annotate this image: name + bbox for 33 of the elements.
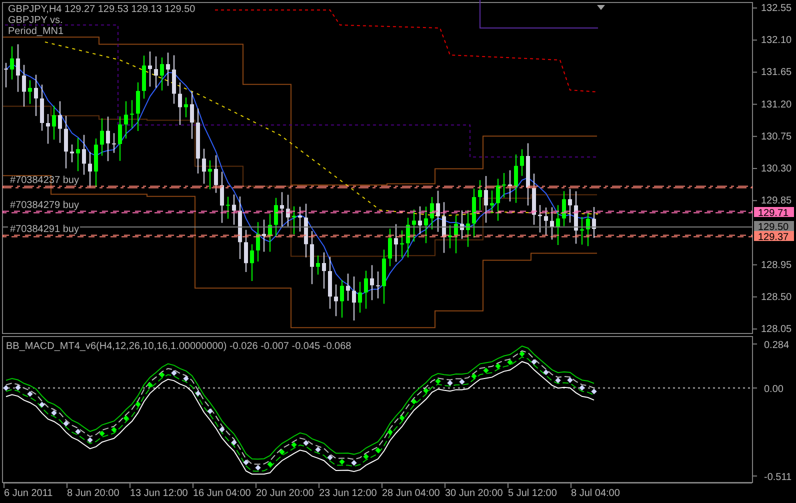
price-axis-label: 130.30 xyxy=(761,164,792,174)
price-badge: 129.71 xyxy=(754,207,794,219)
price-axis-label: 132.55 xyxy=(761,3,792,14)
price-badge: 129.37 xyxy=(754,231,794,243)
time-axis-label: 23 Jun 12:00 xyxy=(319,488,377,499)
indicator-axis-label: -0.511 xyxy=(764,472,792,483)
chart-shift-icon[interactable] xyxy=(597,5,605,10)
price-axis-label: 131.65 xyxy=(761,67,792,78)
indicator-axis-label: 0.00 xyxy=(764,384,784,395)
price-axis-label: 128.95 xyxy=(761,260,792,271)
time-axis-label: 16 Jun 04:00 xyxy=(193,488,251,499)
time-axis-label: 6 Jun 2011 xyxy=(4,488,53,499)
indicator-axis-label: 0.284 xyxy=(764,340,790,351)
order-label: #70384279 buy xyxy=(10,200,79,211)
time-axis-label: 20 Jun 20:00 xyxy=(256,488,314,499)
time-axis-label: 28 Jun 04:00 xyxy=(382,488,440,499)
price-axis-label: 128.50 xyxy=(761,292,792,303)
chart-subtitle: Period_MN1 xyxy=(8,26,64,37)
price-axis-label: 129.85 xyxy=(761,196,792,207)
symbol-quote: GBPJPY,H4 129.27 129.53 129.13 129.50 xyxy=(8,4,196,15)
price-axis-label: 130.75 xyxy=(761,131,792,142)
order-label: #70384291 buy xyxy=(10,224,79,235)
price-axis-label: 131.20 xyxy=(761,99,792,110)
price-axis-label: 132.10 xyxy=(761,35,792,46)
indicator-title: BB_MACD_MT4_v6(H4,12,26,10,16,1.00000000) -0.026 -0.007 -0.045 -0.068 xyxy=(6,341,352,352)
chart-subtitle: GBPJPY vs. xyxy=(8,15,63,26)
price-axis-label: 128.05 xyxy=(761,324,792,335)
price-badge: 129.50 xyxy=(754,221,794,233)
time-axis-label: 8 Jul 04:00 xyxy=(571,488,620,499)
time-axis-label: 13 Jun 12:00 xyxy=(130,488,188,499)
time-axis-label: 8 Jun 20:00 xyxy=(67,488,120,499)
time-axis-label: 5 Jul 12:00 xyxy=(508,488,557,499)
time-axis-label: 30 Jun 20:00 xyxy=(445,488,503,499)
